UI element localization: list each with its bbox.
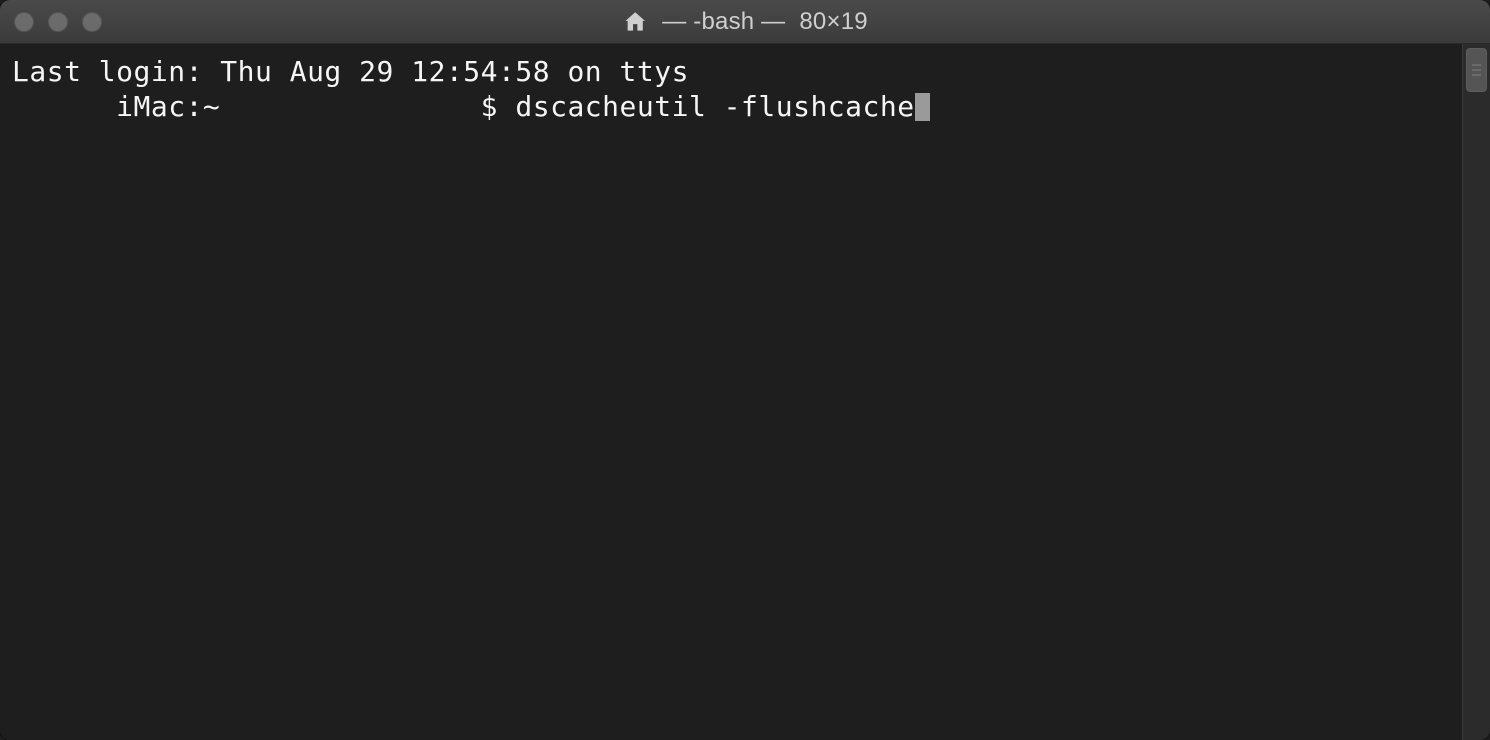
titlebar[interactable]: — -bash — 80×19 [0,0,1490,44]
maximize-button[interactable] [82,12,102,32]
title-text-prefix: — -bash — [662,8,785,36]
scrollbar[interactable] [1462,44,1490,740]
window-title: — -bash — 80×19 [622,8,868,36]
prompt: iMac:~ $ [12,90,515,123]
command-text: dscacheutil -flushcache [515,90,914,123]
scrollbar-thumb[interactable] [1466,48,1487,92]
terminal-line: Last login: Thu Aug 29 12:54:58 on ttys [12,54,1450,89]
scrollbar-grip-icon [1472,65,1481,76]
cursor [915,93,930,121]
close-button[interactable] [14,12,34,32]
terminal-line: iMac:~ $ dscacheutil -flushcache [12,89,1450,124]
minimize-button[interactable] [48,12,68,32]
terminal-content[interactable]: Last login: Thu Aug 29 12:54:58 on ttys … [0,44,1462,740]
terminal-body: Last login: Thu Aug 29 12:54:58 on ttys … [0,44,1490,740]
title-text-size: 80×19 [799,8,867,36]
terminal-window: — -bash — 80×19 Last login: Thu Aug 29 1… [0,0,1490,740]
home-icon [622,9,648,35]
window-controls [14,12,102,32]
